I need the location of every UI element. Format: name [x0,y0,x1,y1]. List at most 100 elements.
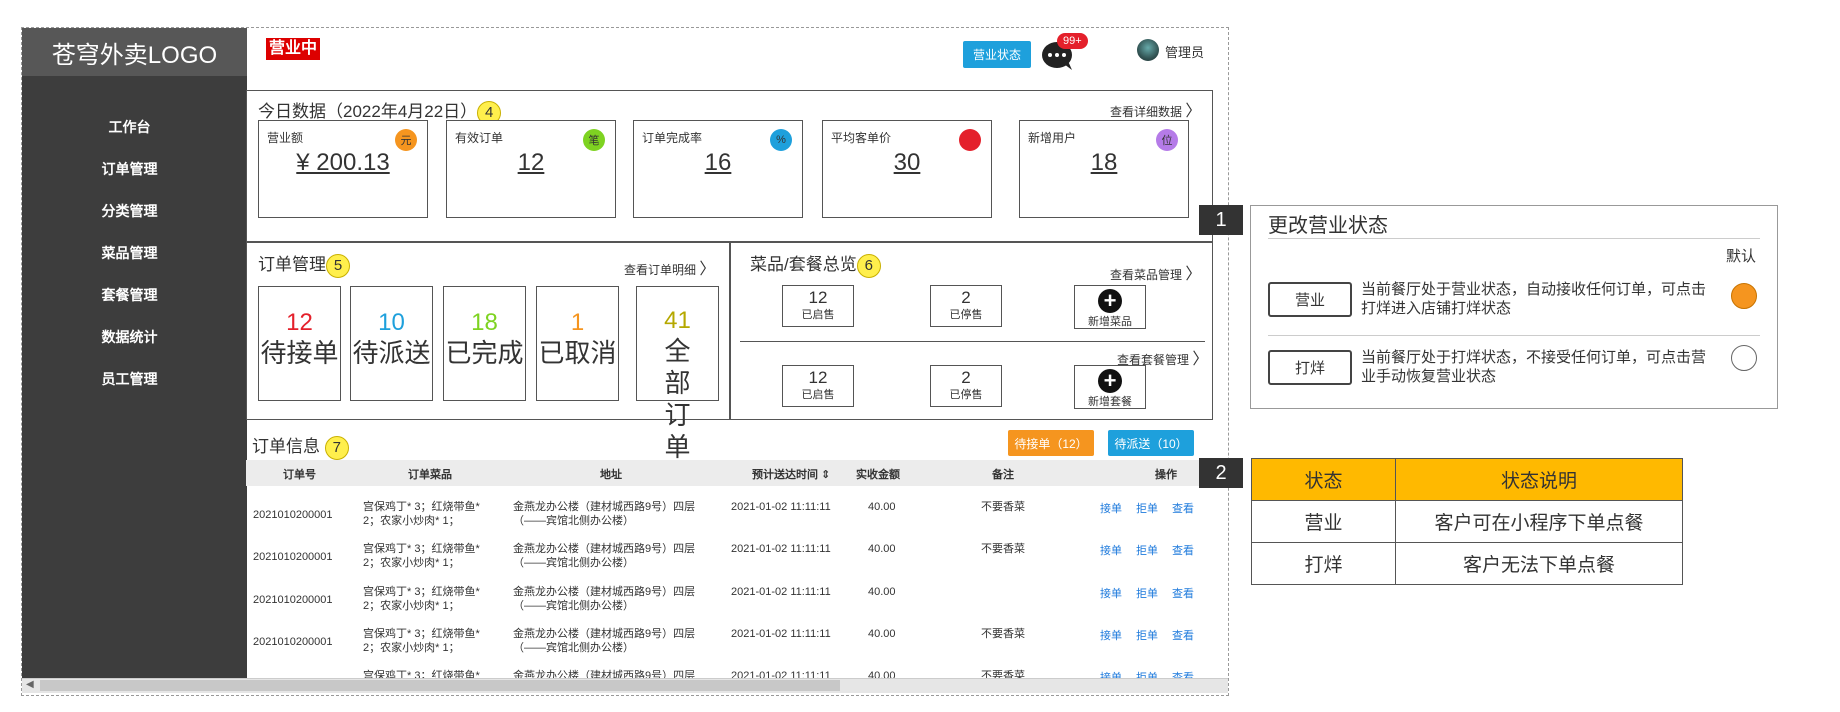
reject-order-link[interactable]: 拒单 [1136,627,1158,643]
table-row: 2021010200001 宫保鸡丁* 3；红烧带鱼* 2；农家小炒肉* 1； 金燕龙… [246,583,1203,625]
annotation-marker-2: 2 [1199,458,1243,488]
table-row: 2021010200001宫保鸡丁* 3；红烧带鱼*金燕龙办公楼（建材城西路9号… [246,667,1203,678]
order-dishes: 2；农家小炒肉* 1； [363,557,460,569]
dish-off-sale-box[interactable]: 2 已停售 [930,285,1002,327]
view-dish-management-link[interactable]: 查看菜品管理 〉 [1110,260,1201,284]
plus-icon: + [1098,289,1122,313]
order-dishes: 宫保鸡丁* 3；红烧带鱼* [363,501,480,513]
dish-on-sale-box[interactable]: 12 已启售 [782,285,854,327]
open-button[interactable]: 营业 [1268,282,1352,317]
order-address: （——宾馆北侧办公楼） [513,600,634,612]
open-description: 当前餐厅处于营业状态，自动接收任何订单，可点击打烊进入店铺打烊状态 [1361,281,1707,317]
to-deliver-button[interactable]: 待派送（10） [1108,430,1194,456]
stat-card-new-users: 新增用户 位 18 [1019,120,1189,218]
plus-icon: + [1098,369,1122,393]
scroll-left-icon[interactable]: ◀ [26,679,34,690]
accept-order-link[interactable]: 接单 [1100,585,1122,601]
order-box-to-deliver[interactable]: 10 待派送 [350,286,433,401]
default-label: 默认 [1726,248,1757,265]
order-box-all[interactable]: 41 全部订单 [636,286,719,462]
close-radio[interactable] [1731,345,1757,371]
order-box-completed[interactable]: 18 已完成 [443,286,526,401]
user-name[interactable]: 管理员 [1165,42,1204,61]
order-box-cancelled[interactable]: 1 已取消 [536,286,619,401]
close-button[interactable]: 打烊 [1268,350,1352,385]
marker-5: 5 [326,253,350,278]
stat-card-valid-orders: 有效订单 笔 12 [446,120,616,218]
sortable-time-header[interactable]: 预计送达时间 ⇕ [752,466,830,482]
view-order-link[interactable]: 查看 [1172,542,1194,558]
order-dishes: 宫保鸡丁* 3；红烧带鱼* [363,586,480,598]
avatar[interactable] [1137,39,1159,61]
accept-order-link[interactable]: 接单 [1100,542,1122,558]
user-count-icon: 位 [1156,129,1178,151]
order-id: 2021010200001 [253,509,333,521]
order-note: 不要香菜 [981,501,1025,513]
view-detail-link[interactable]: 查看详细数据 〉 [1110,97,1201,121]
order-address: （——宾馆北侧办公楼） [513,557,634,569]
accept-order-link[interactable]: 接单 [1100,669,1122,678]
sidebar-item-dishes[interactable]: 菜品管理 [22,243,247,263]
view-order-link[interactable]: 查看 [1172,585,1194,601]
reject-order-link[interactable]: 拒单 [1136,585,1158,601]
sidebar-item-orders[interactable]: 订单管理 [22,159,247,179]
chevron-right-icon: 〉 [699,261,716,278]
table-row: 2021010200001 宫保鸡丁* 3；红烧带鱼* 2；农家小炒肉* 1； 金燕龙… [246,540,1203,582]
order-id: 2021010200001 [253,551,333,563]
view-order-link[interactable]: 查看 [1172,627,1194,643]
reject-order-link[interactable]: 拒单 [1136,542,1158,558]
table-row: 2021010200001 宫保鸡丁* 3；红烧带鱼* 2；农家小炒肉* 1； 金燕龙… [246,498,1203,540]
sidebar-item-statistics[interactable]: 数据统计 [22,327,247,347]
view-order-link[interactable]: 查看 [1172,500,1194,516]
view-order-detail-link[interactable]: 查看订单明细 〉 [624,255,715,279]
add-combo-button[interactable]: + 新增套餐 [1074,365,1146,409]
accept-order-link[interactable]: 接单 [1100,627,1122,643]
chevron-right-icon: 〉 [1185,103,1202,120]
delivery-time: 2021-01-02 11:11:11 [731,543,831,555]
view-order-link[interactable]: 查看 [1172,669,1194,678]
divider [740,341,1205,342]
business-state-button[interactable]: 营业状态 [963,41,1031,68]
order-address: 金燕龙办公楼（建材城西路9号）四层 [513,670,696,678]
order-box-pending[interactable]: 12 待接单 [258,286,341,401]
order-address: 金燕龙办公楼（建材城西路9号）四层 [513,543,696,555]
reject-order-link[interactable]: 拒单 [1136,669,1158,678]
pending-orders-button[interactable]: 待接单（12） [1008,430,1094,456]
open-radio[interactable] [1731,283,1757,309]
scrollbar-thumb[interactable] [40,680,840,691]
order-note: 不要香菜 [981,628,1025,640]
order-address: （——宾馆北侧办公楼） [513,515,634,527]
order-dishes: 2；农家小炒肉* 1； [363,642,460,654]
combo-on-sale-box[interactable]: 12 已启售 [782,365,854,407]
order-dishes: 宫保鸡丁* 3；红烧带鱼* [363,543,480,555]
stat-card-revenue: 营业额 元 ¥ 200.13 [258,120,428,218]
dish-overview-title: 菜品/套餐总览 6 [750,250,881,278]
sidebar-item-categories[interactable]: 分类管理 [22,201,247,221]
stat-value: 16 [704,149,732,176]
chevron-right-icon: 〉 [1192,351,1209,368]
table-row: 2021010200001 宫保鸡丁* 3；红烧带鱼* 2；农家小炒肉* 1； 金燕龙… [246,625,1203,667]
close-description: 当前餐厅处于打烊状态，不接受任何订单，可点击营业手动恢复营业状态 [1361,349,1707,385]
marker-7: 7 [324,435,349,460]
delivery-time: 2021-01-02 11:11:11 [731,670,831,678]
sidebar-item-workbench[interactable]: 工作台 [22,117,247,137]
stat-value: ¥ 200.13 [296,149,390,176]
table-row: 营业 客户可在小程序下单点餐 [1251,500,1683,543]
order-info-title: 订单信息 7 [252,432,349,460]
divider [1268,238,1760,239]
order-address: 金燕龙办公楼（建材城西路9号）四层 [513,501,696,513]
order-id: 2021010200001 [253,636,333,648]
order-address: （——宾馆北侧办公楼） [513,642,634,654]
combo-off-sale-box[interactable]: 2 已停售 [930,365,1002,407]
delivery-time: 2021-01-02 11:11:11 [731,501,831,513]
delivery-time: 2021-01-02 11:11:11 [731,586,831,598]
reject-order-link[interactable]: 拒单 [1136,500,1158,516]
panel-title: 更改营业状态 [1268,215,1388,237]
accept-order-link[interactable]: 接单 [1100,500,1122,516]
order-address: 金燕龙办公楼（建材城西路9号）四层 [513,586,696,598]
sidebar-item-combos[interactable]: 套餐管理 [22,285,247,305]
add-dish-button[interactable]: + 新增菜品 [1074,285,1146,329]
sidebar-item-employees[interactable]: 员工管理 [22,369,247,389]
order-amount: 40.00 [868,501,896,513]
table-header-row: 状态 状态说明 [1251,458,1683,501]
